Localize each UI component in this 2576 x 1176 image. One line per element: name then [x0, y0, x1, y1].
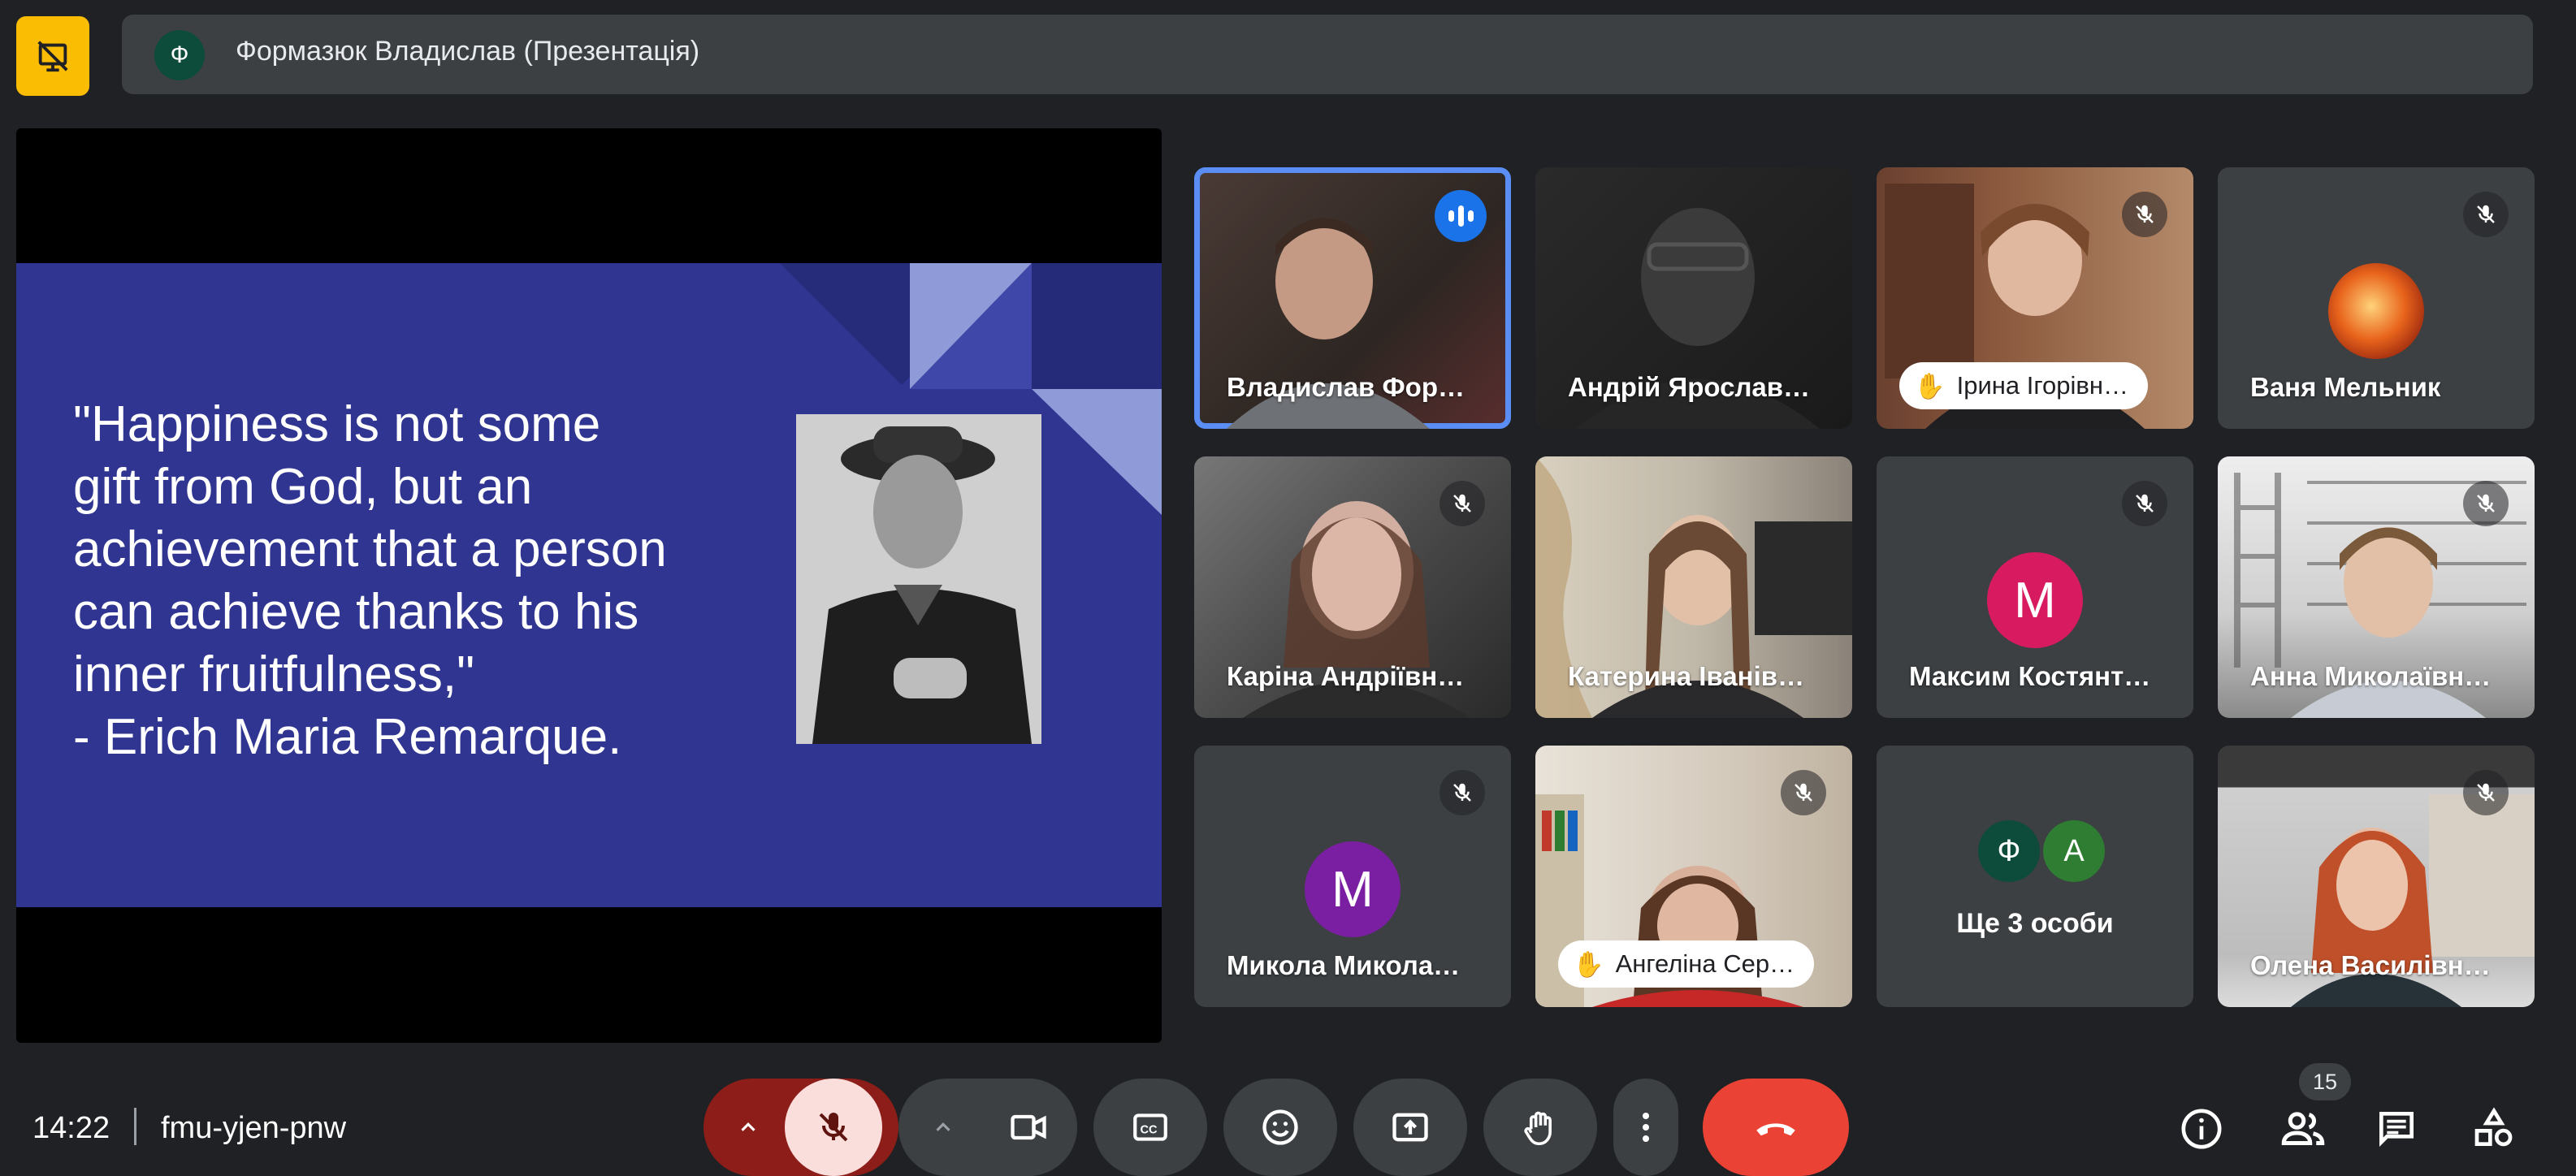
meeting-code: fmu-yjen-pnw	[161, 1111, 347, 1145]
mic-off-icon	[2463, 770, 2509, 815]
mic-off-icon	[1440, 481, 1485, 526]
mic-off-icon	[2122, 192, 2167, 237]
more-participants-tile[interactable]: Ф А Ще 3 особи	[1877, 746, 2193, 1007]
mic-toggle-button[interactable]	[785, 1079, 882, 1176]
participant-tile[interactable]: Андрій Ярослав…	[1535, 167, 1852, 429]
chat-icon	[2379, 1112, 2414, 1147]
participant-name: Ангеліна Сер…	[1615, 949, 1795, 978]
participant-name: Максим Костянт…	[1909, 661, 2151, 691]
svg-text:CC: CC	[1141, 1123, 1158, 1136]
raised-hand-pill: ✋ Ірина Ігорівн…	[1899, 362, 2148, 409]
mic-off-icon	[1440, 770, 1485, 815]
mic-options-button[interactable]	[704, 1079, 793, 1176]
meeting-time: 14:22	[32, 1111, 110, 1145]
mic-off-icon	[2463, 192, 2509, 237]
people-icon	[2281, 1112, 2325, 1145]
participant-tile[interactable]: Олена Василівн…	[2218, 746, 2535, 1007]
participant-tile[interactable]: ✋ Ангеліна Сер…	[1535, 746, 1852, 1007]
presenter-title: Формазюк Владислав (Презентація)	[236, 36, 700, 67]
speaking-indicator-icon	[1435, 190, 1487, 242]
emoji-button[interactable]	[1223, 1079, 1337, 1176]
avatar: М	[1987, 552, 2083, 648]
participant-tile[interactable]: Владислав Фор…	[1194, 167, 1511, 429]
more-avatars: Ф А	[1978, 820, 2105, 882]
participant-tile[interactable]: Анна Миколаївн…	[2218, 456, 2535, 718]
more-participants-label: Ще 3 особи	[1956, 908, 2114, 939]
meeting-info-button[interactable]	[2177, 1105, 2226, 1153]
footer-divider	[134, 1108, 136, 1145]
mic-off-icon	[2122, 481, 2167, 526]
participant-name: Микола Микола…	[1227, 950, 1461, 980]
participant-count-badge: 15	[2299, 1063, 2351, 1100]
chevron-up-icon	[741, 1122, 755, 1131]
end-call-icon	[1756, 1123, 1795, 1136]
participant-tile[interactable]: Ваня Мельник	[2218, 167, 2535, 429]
participant-name: Ваня Мельник	[2250, 372, 2441, 402]
participant-tile[interactable]: М Микола Микола…	[1194, 746, 1511, 1007]
people-button[interactable]	[2275, 1105, 2331, 1153]
more-options-button[interactable]	[1613, 1079, 1678, 1176]
hand-icon: ✋	[1573, 949, 1604, 979]
participant-name: Андрій Ярослав…	[1568, 372, 1811, 402]
activities-button[interactable]	[2470, 1105, 2518, 1153]
more-vert-icon	[1643, 1113, 1649, 1142]
participant-tile[interactable]: ✋ Ірина Ігорівн…	[1877, 167, 2193, 429]
leave-call-button[interactable]	[1703, 1079, 1849, 1176]
raised-hand-pill: ✋ Ангеліна Сер…	[1558, 940, 1815, 988]
no-present-icon	[37, 41, 68, 72]
participant-name: Каріна Андріївн…	[1227, 661, 1465, 691]
participant-tile[interactable]: Каріна Андріївн…	[1194, 456, 1511, 718]
hand-icon	[1524, 1111, 1552, 1146]
mic-off-icon	[1781, 770, 1826, 815]
chevron-up-icon	[936, 1122, 950, 1131]
chat-button[interactable]	[2372, 1105, 2421, 1153]
participant-name: Ірина Ігорівн…	[1956, 371, 2128, 400]
info-icon	[2181, 1109, 2222, 1149]
avatar: М	[1305, 841, 1401, 937]
hand-icon: ✋	[1914, 371, 1946, 400]
participant-name: Владислав Фор…	[1227, 372, 1465, 402]
avatar: А	[2043, 820, 2105, 882]
participant-tile[interactable]: М Максим Костянт…	[1877, 456, 2193, 718]
captions-icon: CC	[1133, 1113, 1167, 1141]
participant-name: Катерина Іванів…	[1568, 661, 1805, 691]
participant-tile[interactable]: Катерина Іванів…	[1535, 456, 1852, 718]
mic-off-icon	[2463, 481, 2509, 526]
slide-portrait-image	[796, 414, 1041, 744]
camera-icon	[1011, 1114, 1046, 1140]
present-icon	[1392, 1113, 1428, 1142]
captions-button[interactable]: CC	[1093, 1079, 1207, 1176]
participant-name: Олена Василівн…	[2250, 950, 2491, 980]
raise-hand-button[interactable]	[1483, 1079, 1597, 1176]
slide-quote: "Happiness is not some gift from God, bu…	[73, 396, 667, 765]
activities-icon	[2474, 1107, 2513, 1147]
avatar	[2328, 263, 2424, 359]
emoji-icon	[1262, 1109, 1298, 1145]
camera-toggle-button[interactable]	[980, 1079, 1077, 1176]
participant-name: Анна Миколаївн…	[2250, 661, 2492, 691]
avatar: Ф	[1978, 820, 2040, 882]
stop-presenting-button[interactable]	[16, 16, 89, 96]
camera-options-button[interactable]	[898, 1079, 988, 1176]
present-button[interactable]	[1353, 1079, 1467, 1176]
mic-off-icon	[819, 1113, 848, 1142]
presenter-avatar: Ф	[154, 30, 205, 80]
